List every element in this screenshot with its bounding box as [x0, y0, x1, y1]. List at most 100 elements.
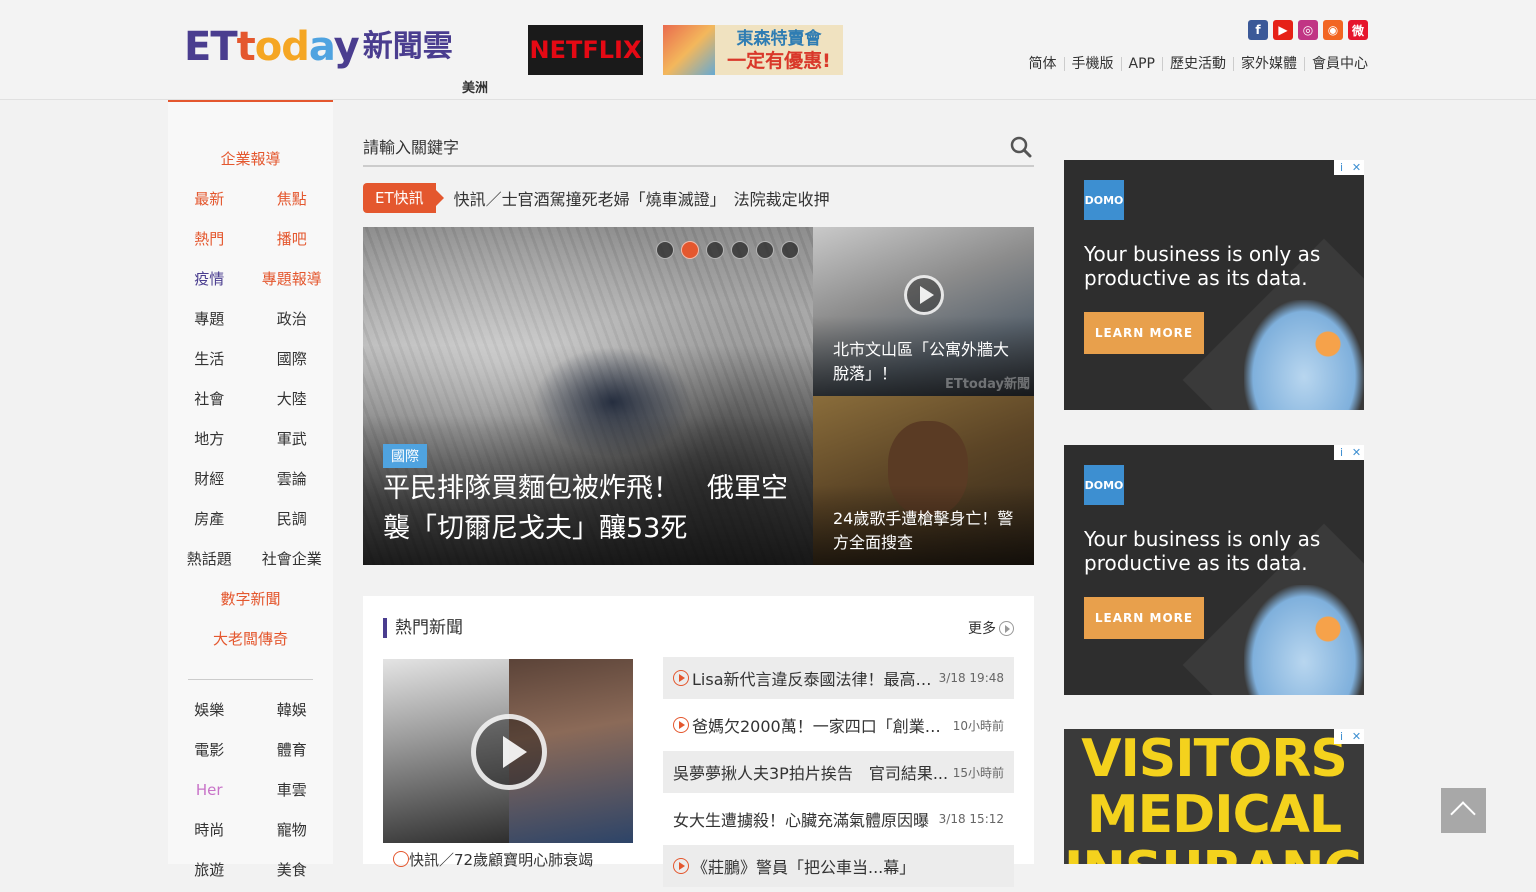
facebook-icon[interactable]: f — [1248, 20, 1268, 40]
netflix-ad[interactable]: NETFLIX — [528, 25, 643, 75]
sidebar-item-korean[interactable]: 韓娛 — [251, 690, 334, 730]
sidebar-item-travel[interactable]: 旅遊 — [168, 850, 251, 890]
sidebar-item-polls[interactable]: 民調 — [251, 499, 334, 539]
flash-news-ticker: ET快訊 快訊／士官酒駕撞死老婦「燒車滅證」 法院裁定收押 — [363, 182, 1034, 214]
list-item-time: 3/18 19:48 — [938, 671, 1004, 685]
sidebar-item-topics[interactable]: 專題 — [168, 299, 251, 339]
carousel-dot[interactable] — [731, 241, 749, 259]
sidebar-item-latest[interactable]: 最新 — [168, 179, 251, 219]
sidebar-item-hot-topics[interactable]: 熱話題 — [168, 539, 251, 579]
sidebar-item-cars[interactable]: 車雲 — [251, 770, 334, 810]
hot-news-caption[interactable]: 快訊／72歲顧寶明心肺衰竭 — [393, 849, 593, 870]
sidebar-item-pandemic[interactable]: 疫情 — [168, 259, 251, 299]
list-item[interactable]: 女大生遭擄殺！心臟充滿氣體原因曝 3/18 15:12 — [663, 798, 1014, 840]
close-icon[interactable]: ✕ — [1349, 445, 1364, 460]
insurance-ad[interactable]: VISITORS MEDICAL INSURANCE i ✕ — [1064, 729, 1364, 864]
sidebar-item-enterprise[interactable]: 企業報導 — [168, 139, 333, 179]
region-label[interactable]: 美洲 — [462, 77, 488, 96]
hero-title[interactable]: 平民排隊買麵包被炸飛！ 俄軍空襲「切爾尼戈夫」釀53死 — [383, 469, 803, 549]
adchoices-info-icon[interactable]: i — [1334, 445, 1349, 460]
logo-cn: 新聞雲 — [362, 29, 453, 64]
sidebar-item-entertainment[interactable]: 娛樂 — [168, 690, 251, 730]
list-item[interactable]: 吳夢夢揪人夫3P拍片挨告 官司結果... 15小時前 — [663, 751, 1014, 793]
sidebar-item-focus[interactable]: 焦點 — [251, 179, 334, 219]
youtube-icon[interactable]: ▶ — [1273, 20, 1293, 40]
sidebar-item-sports[interactable]: 體育 — [251, 730, 334, 770]
gift-icon — [663, 25, 715, 75]
more-link[interactable]: 更多 — [968, 618, 1014, 638]
sidebar-item-boss-legend[interactable]: 大老闆傳奇 — [168, 619, 333, 659]
list-item[interactable]: Lisa新代言違反泰國法律！最高「罰1000萬」 3/18 19:48 — [663, 657, 1014, 699]
sidebar-divider — [188, 679, 313, 680]
sidebar-item-hot[interactable]: 熱門 — [168, 219, 251, 259]
hero-story[interactable]: 國際 平民排隊買麵包被炸飛！ 俄軍空襲「切爾尼戈夫」釀53死 — [363, 227, 813, 565]
learn-more-button[interactable]: LEARN MORE — [1084, 597, 1204, 639]
ad-illustration — [1244, 585, 1364, 695]
sidebar-item-social-enterprise[interactable]: 社會企業 — [251, 539, 334, 579]
hot-news-section: 熱門新聞 更多 快訊／72歲顧寶明心肺衰竭 Lisa新代言違反泰國法律！最高「罰… — [363, 596, 1034, 887]
nav-app[interactable]: APP — [1120, 57, 1162, 71]
sidebar-item-podcast[interactable]: 播吧 — [251, 219, 334, 259]
flash-headline[interactable]: 快訊／士官酒駕撞死老婦「燒車滅證」 法院裁定收押 — [454, 186, 830, 210]
ad-text: Your business is only as productive as i… — [1084, 527, 1321, 575]
side-story-2[interactable]: 24歲歌手遭槍擊身亡！警方全面搜查 — [813, 396, 1034, 565]
carousel-dot[interactable] — [756, 241, 774, 259]
sidebar-item-opinion[interactable]: 雲論 — [251, 459, 334, 499]
sidebar-item-politics[interactable]: 政治 — [251, 299, 334, 339]
sidebar-item-pets[interactable]: 寵物 — [251, 810, 334, 850]
nav-ooh-media[interactable]: 家外媒體 — [1233, 57, 1304, 71]
promo-banner[interactable]: 東森特賣會 一定有優惠! — [663, 25, 843, 75]
sidebar-item-military[interactable]: 軍武 — [251, 419, 334, 459]
arrow-right-icon — [999, 620, 1014, 636]
sidebar-item-movies[interactable]: 電影 — [168, 730, 251, 770]
sidebar-item-life[interactable]: 生活 — [168, 339, 251, 379]
sidebar-item-finance[interactable]: 財經 — [168, 459, 251, 499]
play-icon[interactable] — [471, 714, 547, 790]
list-item-title: 女大生遭擄殺！心臟充滿氣體原因曝 — [673, 811, 930, 830]
weibo-icon[interactable]: 微 — [1348, 20, 1368, 40]
hero-category-tag[interactable]: 國際 — [383, 444, 427, 468]
adchoices-info-icon[interactable]: i — [1334, 729, 1349, 744]
list-item-time: 3/18 15:12 — [938, 812, 1004, 826]
rss-icon[interactable]: ◉ — [1323, 20, 1343, 40]
domo-ad-2[interactable]: DOMO Your business is only as productive… — [1064, 445, 1364, 695]
sidebar-item-local[interactable]: 地方 — [168, 419, 251, 459]
search-icon[interactable] — [1010, 136, 1032, 158]
back-to-top-button[interactable] — [1441, 788, 1486, 833]
adchoices-info-icon[interactable]: i — [1334, 160, 1349, 175]
carousel-dot[interactable] — [706, 241, 724, 259]
learn-more-button[interactable]: LEARN MORE — [1084, 312, 1204, 354]
list-item[interactable]: 《莊鵬》警員「把公車当...幕」 — [663, 845, 1014, 887]
side-story-title[interactable]: 24歲歌手遭槍擊身亡！警方全面搜查 — [833, 507, 1023, 555]
carousel-dot-active[interactable] — [681, 241, 699, 259]
sidebar-item-food[interactable]: 美食 — [251, 850, 334, 890]
close-icon[interactable]: ✕ — [1349, 729, 1364, 744]
sidebar-item-her[interactable]: Her — [168, 770, 251, 810]
sidebar-item-international[interactable]: 國際 — [251, 339, 334, 379]
carousel-dot[interactable] — [656, 241, 674, 259]
side-story-title[interactable]: 北市文山區「公寓外牆大脫落」！ — [833, 338, 1023, 386]
nav-events[interactable]: 歷史活動 — [1162, 57, 1233, 71]
sidebar-item-fashion[interactable]: 時尚 — [168, 810, 251, 850]
instagram-icon[interactable]: ◎ — [1298, 20, 1318, 40]
domo-ad-1[interactable]: DOMO Your business is only as productive… — [1064, 160, 1364, 410]
sidebar-item-china[interactable]: 大陸 — [251, 379, 334, 419]
search-input[interactable] — [363, 130, 983, 164]
adchoices: i ✕ — [1334, 445, 1364, 460]
play-icon[interactable] — [904, 275, 944, 315]
sidebar-item-digital-news[interactable]: 數字新聞 — [168, 579, 333, 619]
sidebar-item-society[interactable]: 社會 — [168, 379, 251, 419]
side-story-1[interactable]: ETtoday新聞 北市文山區「公寓外牆大脫落」！ — [813, 227, 1034, 396]
carousel-dot[interactable] — [781, 241, 799, 259]
sidebar-item-property[interactable]: 房產 — [168, 499, 251, 539]
nav-mobile[interactable]: 手機版 — [1063, 57, 1121, 71]
list-item[interactable]: 爸媽欠2000萬！一家四口「創業賣... 10小時前 — [663, 704, 1014, 746]
close-icon[interactable]: ✕ — [1349, 160, 1364, 175]
ettoday-logo[interactable]: ETtoday 新聞雲 — [184, 22, 453, 72]
nav-member[interactable]: 會員中心 — [1304, 57, 1368, 71]
hot-news-thumbnail[interactable] — [383, 659, 633, 843]
nav-simplified[interactable]: 简体 — [1022, 57, 1064, 71]
sidebar-item-special-report[interactable]: 專題報導 — [251, 259, 334, 299]
social-links: f ▶ ◎ ◉ 微 — [1248, 20, 1368, 40]
adchoices: i ✕ — [1334, 160, 1364, 175]
